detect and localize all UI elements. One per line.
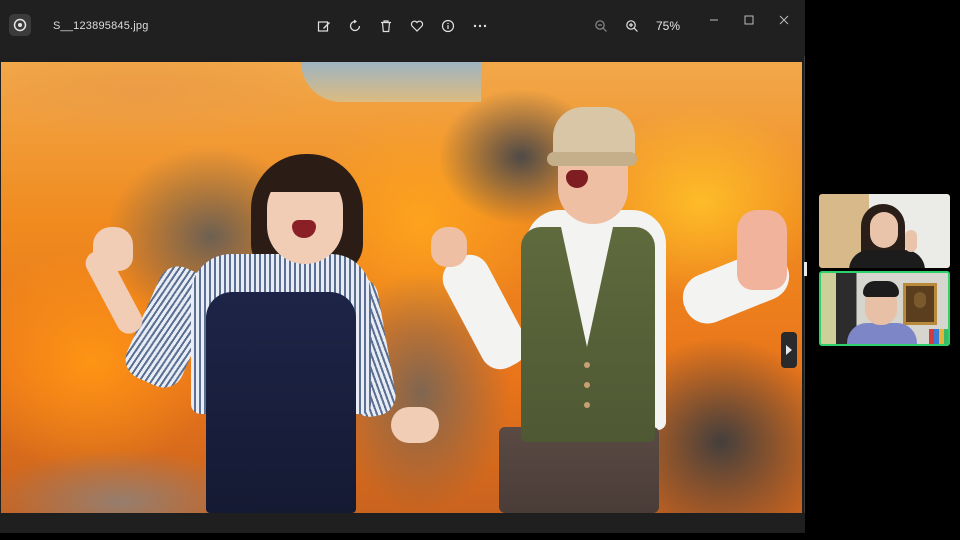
bookshelf bbox=[929, 329, 948, 344]
participant-2-hair bbox=[863, 281, 899, 297]
participant-2-body bbox=[847, 323, 917, 344]
mouse-cursor bbox=[804, 262, 807, 276]
participant-1-body bbox=[849, 250, 925, 268]
man-right-hand bbox=[737, 210, 787, 290]
participant-1-hand bbox=[905, 230, 917, 252]
sky-patch bbox=[301, 62, 481, 102]
video-tile-participant-1[interactable] bbox=[819, 194, 950, 268]
viewer-titlebar: S__123895845.jpg 75% bbox=[0, 0, 805, 56]
close-icon[interactable] bbox=[774, 12, 794, 28]
man-cap-brim bbox=[547, 152, 637, 166]
minimize-icon[interactable] bbox=[704, 12, 724, 28]
photo-canvas[interactable] bbox=[1, 62, 802, 513]
woman-right-hand bbox=[391, 407, 439, 443]
rotate-icon[interactable] bbox=[344, 15, 366, 37]
info-icon[interactable] bbox=[437, 15, 459, 37]
next-image-arrow-icon[interactable] bbox=[781, 332, 797, 368]
man-left-hand bbox=[431, 227, 467, 267]
more-icon[interactable] bbox=[469, 15, 491, 37]
vest-button bbox=[584, 362, 590, 368]
edit-image-icon[interactable] bbox=[313, 15, 335, 37]
zoom-level[interactable]: 75% bbox=[656, 19, 680, 33]
painting-frame bbox=[903, 283, 937, 325]
participant-1-face bbox=[870, 212, 898, 248]
viewer-bottom-bar bbox=[0, 513, 805, 533]
woman-navy-dress bbox=[206, 292, 356, 513]
woman-bangs bbox=[263, 162, 347, 192]
vest-button bbox=[584, 382, 590, 388]
photo-viewer-window: S__123895845.jpg 75% bbox=[0, 0, 805, 533]
zoom-out-icon[interactable] bbox=[590, 15, 612, 37]
zoom-in-icon[interactable] bbox=[621, 15, 643, 37]
delete-icon[interactable] bbox=[375, 15, 397, 37]
woman-left-hand bbox=[93, 227, 133, 271]
maximize-icon[interactable] bbox=[739, 12, 759, 28]
photos-app-icon bbox=[9, 14, 31, 36]
file-name: S__123895845.jpg bbox=[53, 20, 149, 32]
video-tile-participant-2-active[interactable] bbox=[819, 271, 950, 346]
man-left-sleeve bbox=[435, 247, 535, 377]
vest-button bbox=[584, 402, 590, 408]
favorite-icon[interactable] bbox=[406, 15, 428, 37]
